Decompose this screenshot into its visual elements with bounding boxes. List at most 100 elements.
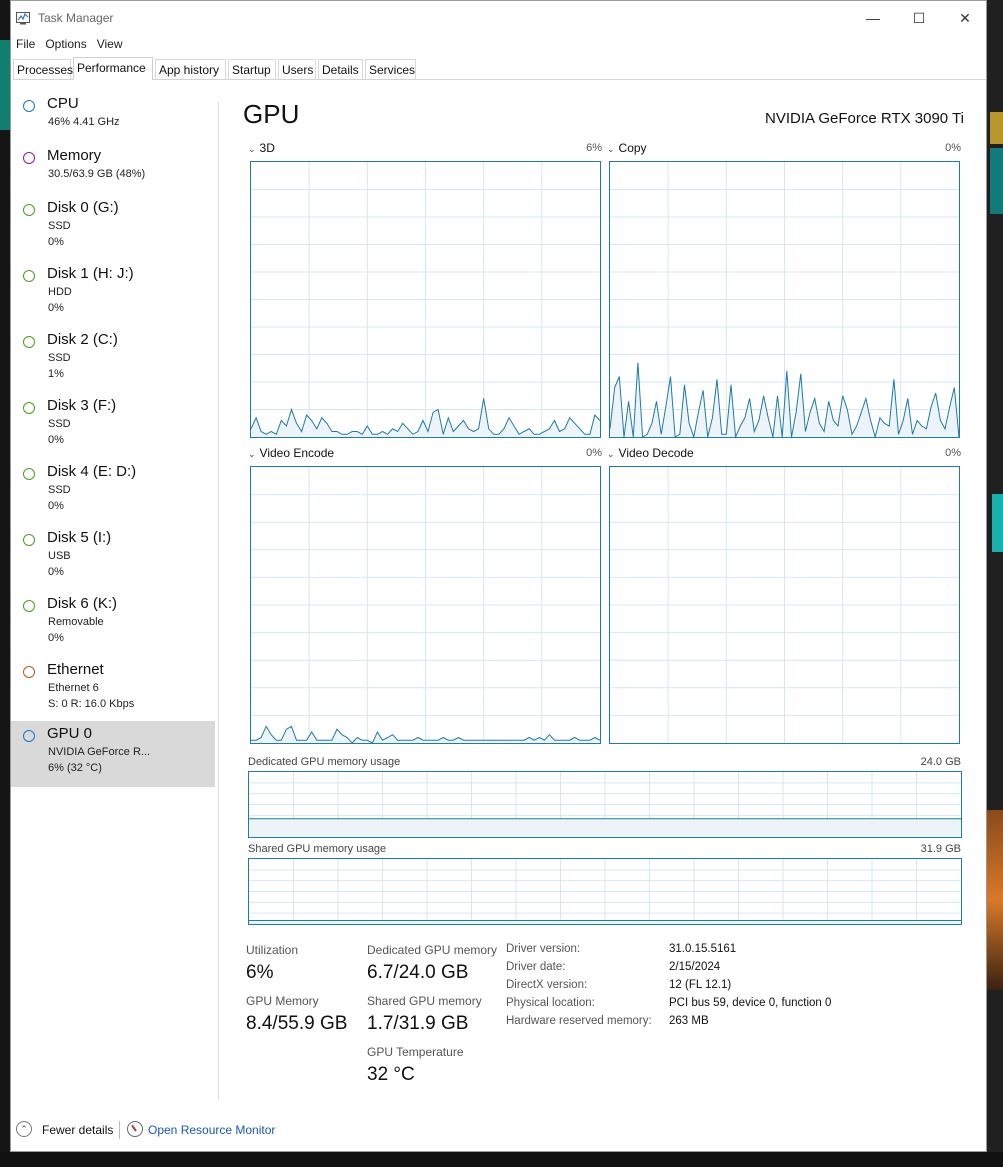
sidebar-item-detail: Removable (48, 616, 104, 628)
sidebar-item-detail: 46% 4.41 GHz (48, 116, 120, 128)
sidebar-item-title: Disk 5 (I:) (47, 529, 112, 546)
tab-users[interactable]: Users (278, 59, 316, 79)
graph-3d (250, 161, 601, 438)
tab-performance[interactable]: Performance (73, 57, 153, 80)
sidebar-item-ethernet[interactable]: Ethernet Ethernet 6 S: 0 R: 16.0 Kbps (11, 657, 215, 723)
menu-file[interactable]: File (11, 35, 40, 53)
driver-date-label: Driver date: (506, 961, 566, 973)
close-icon: ✕ (959, 10, 971, 26)
sidebar-item-detail: NVIDIA GeForce R... (48, 746, 151, 758)
sidebar-item-title: Disk 3 (F:) (47, 397, 117, 414)
directx-version-value: 12 (FL 12.1) (669, 979, 732, 991)
sidebar-item-title: Disk 0 (G:) (47, 199, 119, 216)
sidebar-item-value: 0% (48, 566, 64, 578)
open-resource-monitor-link[interactable]: Open Resource Monitor (148, 1123, 275, 1137)
sidebar-item-title: Disk 1 (H: J:) (47, 265, 134, 282)
minimize-icon: — (866, 10, 880, 26)
status-circle-icon (23, 204, 35, 216)
tab-startup[interactable]: Startup (228, 59, 276, 79)
hardware-reserved-memory-label: Hardware reserved memory: (506, 1015, 652, 1027)
sidebar-item-disk-1-h-j[interactable]: Disk 1 (H: J:) HDD 0% (11, 261, 215, 327)
physical-location-label: Physical location: (506, 997, 595, 1009)
memory-usage-fill (249, 920, 961, 924)
graph-pct-copy: 0% (945, 142, 961, 154)
graph-label-video-decode[interactable]: ⌄ Video Decode (607, 446, 694, 460)
graph-copy (609, 161, 960, 438)
sidebar-item-disk-3-f[interactable]: Disk 3 (F:) SSD 0% (11, 393, 215, 459)
sidebar-item-detail: SSD (48, 418, 71, 430)
utilization-label: Utilization (246, 943, 299, 957)
sidebar-item-gpu-0[interactable]: GPU 0 NVIDIA GeForce R... 6% (32 °C) (11, 721, 215, 787)
memory-usage-fill (249, 818, 961, 837)
sidebar-item-disk-2-c[interactable]: Disk 2 (C:) SSD 1% (11, 327, 215, 393)
task-manager-icon (16, 12, 30, 25)
graph-label-3d[interactable]: ⌄ 3D (248, 141, 275, 155)
sidebar-item-detail: Ethernet 6 (48, 682, 99, 694)
status-circle-icon (23, 402, 35, 414)
hardware-reserved-memory-value: 263 MB (669, 1015, 709, 1027)
title-bar: Task Manager — ☐ ✕ (11, 1, 986, 35)
chevron-up-circle-icon[interactable]: ⌃ (16, 1121, 32, 1137)
sidebar-item-disk-6-k[interactable]: Disk 6 (K:) Removable 0% (11, 591, 215, 657)
menu-options[interactable]: Options (40, 35, 91, 53)
status-circle-icon (23, 468, 35, 480)
sidebar-item-title: Disk 4 (E: D:) (47, 463, 137, 480)
tab-services[interactable]: Services (365, 59, 416, 79)
graph-pct-video-encode: 0% (586, 447, 602, 459)
resource-monitor-icon[interactable] (127, 1121, 143, 1137)
tab-app-history[interactable]: App history (155, 59, 226, 79)
sidebar-item-value: S: 0 R: 16.0 Kbps (48, 698, 135, 710)
tab-processes[interactable]: Processes (13, 59, 73, 79)
gpu-memory-label: GPU Memory (246, 994, 319, 1008)
sidebar-item-title: CPU (47, 95, 79, 112)
fewer-details-button[interactable]: Fewer details (42, 1123, 113, 1137)
dedicated-memory-max: 24.0 GB (920, 756, 961, 768)
driver-version-value: 31.0.15.5161 (669, 943, 737, 955)
sidebar-item-detail: HDD (48, 286, 72, 298)
status-circle-icon (23, 100, 35, 112)
chevron-down-icon: ⌄ (248, 144, 256, 154)
gpu-temperature-label: GPU Temperature (367, 1045, 464, 1059)
window-title: Task Manager (38, 11, 114, 25)
chevron-down-icon: ⌄ (607, 449, 615, 459)
sidebar-divider (218, 101, 219, 1101)
maximize-button[interactable]: ☐ (896, 1, 942, 35)
chevron-down-icon: ⌄ (248, 449, 256, 459)
sidebar-item-disk-5-i[interactable]: Disk 5 (I:) USB 0% (11, 525, 215, 591)
sidebar-item-value: 0% (48, 632, 64, 644)
shared-gpu-memory-value: 1.7/31.9 GB (367, 1013, 469, 1034)
footer: ⌃ Fewer details Open Resource Monitor (11, 1115, 986, 1145)
sidebar-item-detail: SSD (48, 352, 71, 364)
close-button[interactable]: ✕ (942, 1, 988, 35)
sidebar-item-title: GPU 0 (47, 725, 93, 742)
shared-memory-max: 31.9 GB (920, 843, 961, 855)
sidebar-item-value: 1% (48, 368, 64, 380)
desktop-background-left (0, 0, 10, 1167)
physical-location-value: PCI bus 59, device 0, function 0 (669, 997, 832, 1009)
footer-separator (119, 1121, 120, 1139)
sidebar-item-detail: 30.5/63.9 GB (48%) (48, 168, 146, 180)
driver-version-label: Driver version: (506, 943, 581, 955)
desktop-background-bottom (0, 1152, 1003, 1167)
graph-video-decode (609, 466, 960, 744)
tab-strip: Processes Performance App history Startu… (13, 57, 986, 80)
gpu-model-name: NVIDIA GeForce RTX 3090 Ti (765, 110, 964, 127)
menu-view[interactable]: View (92, 35, 128, 53)
sidebar-item-title: Memory (47, 147, 102, 164)
directx-version-label: DirectX version: (506, 979, 588, 991)
shared-memory-label: Shared GPU memory usage (248, 843, 387, 855)
graph-label-copy[interactable]: ⌄ Copy (607, 141, 647, 155)
graph-dedicated-memory (248, 771, 962, 838)
tab-details[interactable]: Details (318, 59, 363, 79)
sidebar-item-disk-0-g[interactable]: Disk 0 (G:) SSD 0% (11, 195, 215, 261)
status-circle-icon (23, 270, 35, 282)
sidebar-item-value: 0% (48, 302, 64, 314)
sidebar-item-disk-4-e-d[interactable]: Disk 4 (E: D:) SSD 0% (11, 459, 215, 525)
driver-date-value: 2/15/2024 (669, 961, 721, 973)
minimize-button[interactable]: — (850, 1, 896, 35)
dedicated-memory-label: Dedicated GPU memory usage (248, 756, 401, 768)
status-circle-icon (23, 600, 35, 612)
graph-label-video-encode[interactable]: ⌄ Video Encode (248, 446, 334, 460)
gpu-memory-value: 8.4/55.9 GB (246, 1013, 348, 1034)
status-circle-icon (23, 336, 35, 348)
